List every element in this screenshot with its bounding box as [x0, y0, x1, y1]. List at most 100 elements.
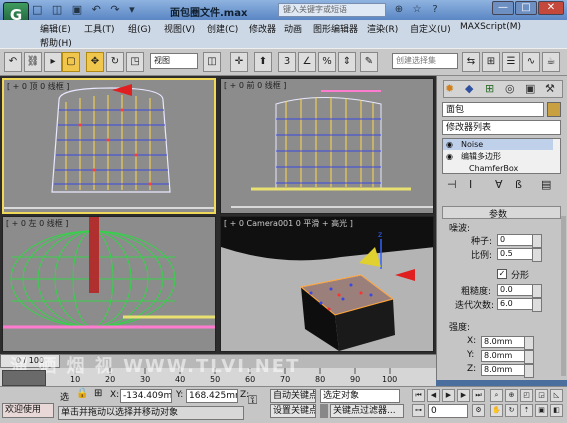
zoom-icon[interactable]: ⌕ [490, 389, 503, 402]
maxscript-mini-listener[interactable] [2, 370, 46, 386]
object-color-swatch[interactable] [547, 102, 561, 117]
lightbulb-icon[interactable]: ◉ [446, 140, 453, 149]
pivot-center-icon[interactable]: ◫ [203, 52, 221, 72]
menu-edit[interactable]: 编辑(E) [40, 22, 71, 35]
display-tab-icon[interactable]: ▣ [525, 82, 535, 95]
menu-tools[interactable]: 工具(T) [84, 22, 115, 35]
align-icon[interactable]: ⊞ [482, 52, 500, 72]
key-mode-icon[interactable]: ⊶ [412, 404, 425, 417]
mirror-icon[interactable]: ⇆ [462, 52, 480, 72]
configure-modifier-sets-icon[interactable]: ▤ [541, 178, 551, 191]
curve-editor-icon[interactable]: ∿ [522, 52, 540, 72]
named-selection-set-dropdown[interactable]: 创建选择集 [392, 53, 458, 69]
go-to-end-icon[interactable]: ⏭ [472, 389, 485, 402]
menu-create[interactable]: 创建(C) [207, 22, 238, 35]
strength-x-spinner[interactable]: 8.0mm [481, 336, 534, 350]
menu-animation[interactable]: 动画 [284, 22, 302, 35]
pan-view-icon[interactable]: ✋ [490, 404, 503, 417]
menu-rendering[interactable]: 渲染(R) [367, 22, 398, 35]
edit-named-selection-icon[interactable]: ✎ [360, 52, 378, 72]
motion-tab-icon[interactable]: ◎ [505, 82, 515, 95]
absolute-mode-icon[interactable]: ⊞ [94, 388, 102, 399]
hierarchy-tab-icon[interactable]: ⊞ [485, 82, 494, 95]
go-to-start-icon[interactable]: ⏮ [412, 389, 425, 402]
render-setup-icon[interactable]: ☕ [542, 52, 560, 72]
stack-item-edit-poly[interactable]: 编辑多边形 [443, 151, 553, 162]
select-object-icon[interactable]: ▸ [44, 52, 62, 72]
zoom-all-icon[interactable]: ⊕ [505, 389, 518, 402]
menu-graph-editors[interactable]: 图形编辑器 [313, 22, 358, 35]
utilities-tab-icon[interactable]: ⚒ [545, 82, 555, 95]
seed-spinner[interactable]: 0 [497, 234, 542, 248]
make-unique-icon[interactable]: ∀ [495, 178, 503, 191]
x-coord-field[interactable]: -134.409m [120, 389, 172, 403]
y-coord-field[interactable]: 168.425mr [186, 389, 238, 403]
viewport-left[interactable]: [ + 0 左 0 线框 ] [2, 216, 216, 352]
default-in-out-tangents-icon[interactable] [320, 404, 328, 418]
viewport-camera-label[interactable]: [ + 0 Camera001 0 平滑 + 高光 ] [224, 218, 353, 229]
menu-customize[interactable]: 自定义(U) [410, 22, 451, 35]
layer-manager-icon[interactable]: ☰ [502, 52, 520, 72]
select-and-move-icon[interactable]: ✥ [86, 52, 104, 72]
play-icon[interactable]: ▶ [442, 389, 455, 402]
orbit-icon[interactable]: ↻ [505, 404, 518, 417]
key-filters-button[interactable]: 关键点过滤器... [330, 404, 404, 418]
select-and-rotate-icon[interactable]: ↻ [106, 52, 124, 72]
spinner-snap-icon[interactable]: ⇕ [338, 52, 356, 72]
set-key-button[interactable]: 设置关键点 [270, 404, 316, 418]
select-region-icon[interactable]: ▢ [62, 52, 80, 72]
reference-coordinate-dropdown[interactable]: 视图 [150, 53, 198, 69]
undo-icon[interactable]: ↶ [4, 52, 22, 72]
scale-spinner[interactable]: 0.5 [497, 248, 542, 262]
key-filter-selection-dropdown[interactable]: 选定对象 [320, 389, 400, 403]
keyboard-shortcut-icon[interactable]: ⬆ [254, 52, 272, 72]
viewport-camera[interactable]: z [ + 0 Camera001 0 平滑 + 高光 ] [220, 216, 434, 352]
render-icon[interactable]: ◧ [550, 404, 563, 417]
strength-y-spinner[interactable]: 8.0mm [481, 350, 534, 364]
strength-z-spinner[interactable]: 8.0mm [481, 364, 534, 378]
current-frame-field[interactable]: 0 [428, 404, 468, 418]
fractal-checkbox[interactable]: ✓ [497, 269, 507, 279]
create-tab-icon[interactable]: ✹ [445, 82, 454, 95]
roughness-spinner[interactable]: 0.0 [497, 284, 542, 298]
link-icon[interactable]: ⛓ [24, 52, 42, 72]
help-icon[interactable]: ? [428, 3, 442, 17]
menu-modifiers[interactable]: 修改器 [249, 22, 276, 35]
lock-selection-icon[interactable]: 🔒 [76, 388, 88, 399]
close-button[interactable]: ✕ [538, 1, 564, 15]
previous-frame-icon[interactable]: ◀ [427, 389, 440, 402]
select-manipulate-icon[interactable]: ✛ [230, 52, 248, 72]
viewport-top-label[interactable]: [ + 0 顶 0 线框 ] [7, 81, 69, 92]
auto-key-button[interactable]: 自动关键点 [270, 389, 316, 403]
field-of-view-icon[interactable]: ◺ [550, 389, 563, 402]
welcome-field[interactable]: 欢迎使用 [2, 403, 54, 418]
object-name-field[interactable]: 面包 [442, 102, 544, 117]
time-configuration-icon[interactable]: ⚙ [472, 404, 485, 417]
menu-views[interactable]: 视图(V) [164, 22, 195, 35]
select-and-scale-icon[interactable]: ◳ [126, 52, 144, 72]
viewport-top[interactable]: [ + 0 顶 0 线框 ] [2, 78, 216, 214]
stack-item-noise[interactable]: Noise [443, 139, 553, 150]
angle-snap-icon[interactable]: ∠ [298, 52, 316, 72]
modifier-list-dropdown[interactable]: 修改器列表 [442, 120, 561, 135]
remove-modifier-icon[interactable]: ß [515, 178, 522, 191]
command-panel-scrollbar[interactable] [561, 216, 566, 376]
modify-tab-icon[interactable]: ◆ [465, 82, 473, 95]
stack-item-chamferbox[interactable]: ChamferBox [443, 163, 553, 174]
menu-group[interactable]: 组(G) [128, 22, 151, 35]
menu-maxscript[interactable]: MAXScript(M) [460, 22, 521, 32]
percent-snap-icon[interactable]: % [318, 52, 336, 72]
quick-access-toolbar[interactable]: □ ◫ ▣ ↶ ↷ ▾ [32, 3, 138, 16]
lightbulb-icon[interactable]: ◉ [446, 152, 453, 161]
binoculars-icon[interactable]: ⊕ [392, 3, 406, 17]
maximize-button[interactable]: □ [515, 1, 537, 15]
search-input[interactable]: 键入关键字或短语 [278, 3, 386, 17]
snap-toggle-icon[interactable]: 3 [278, 52, 296, 72]
zoom-extents-icon[interactable]: ◰ [520, 389, 533, 402]
iterations-spinner[interactable]: 6.0 [497, 298, 542, 312]
minimize-button[interactable]: — [492, 1, 514, 15]
pin-stack-icon[interactable]: ⊣ [447, 178, 457, 191]
viewport-front[interactable]: [ + 0 前 0 线框 ] [220, 78, 434, 214]
viewport-left-label[interactable]: [ + 0 左 0 线框 ] [6, 218, 68, 229]
show-end-result-icon[interactable]: Ⅰ [469, 178, 472, 191]
